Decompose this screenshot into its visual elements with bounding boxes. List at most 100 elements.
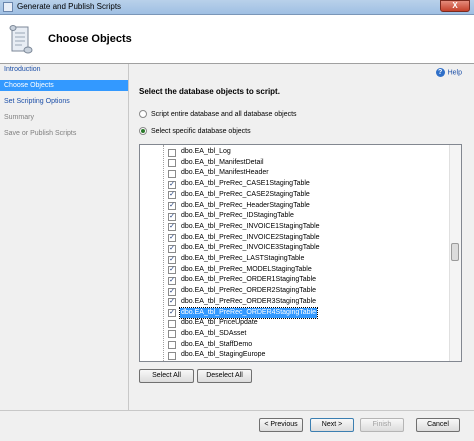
object-checkbox[interactable]: ✓ [168, 191, 176, 200]
object-row[interactable]: ✓ dbo.EA_tbl_PreRec_MODELStagingTable [140, 265, 452, 276]
object-checkbox[interactable] [168, 169, 176, 178]
object-name: dbo.EA_tbl_PreRec_INVOICE3StagingTable [181, 244, 320, 252]
object-name: dbo.EA_tbl_PreRec_CASE1StagingTable [181, 180, 310, 188]
wizard-sidebar: Introduction Choose Objects Set Scriptin… [0, 64, 129, 440]
wizard-content: ? Help Select the database objects to scr… [129, 64, 474, 410]
object-checkbox[interactable]: ✓ [168, 212, 176, 221]
object-row[interactable]: ✓ dbo.EA_tbl_PreRec_ORDER1StagingTable [140, 275, 452, 286]
sidebar-item-choose-objects[interactable]: Choose Objects [0, 80, 128, 91]
object-checkbox[interactable] [168, 148, 176, 157]
object-name: dbo.EA_tbl_ManifestHeader [181, 169, 269, 177]
object-row[interactable]: ✓ dbo.EA_tbl_PreRec_CASE2StagingTable [140, 190, 452, 201]
object-name: dbo.EA_tbl_PriceUpdate [181, 319, 258, 327]
select-all-button[interactable]: Select All [139, 369, 194, 383]
close-button[interactable]: X [440, 0, 470, 12]
object-name: dbo.EA_tbl_PreRec_LASTStagingTable [181, 255, 305, 262]
object-tree-list[interactable]: dbo.EA_tbl_Log dbo.EA_tbl_ManifestDetaild… [139, 144, 462, 362]
help-label: Help [447, 69, 462, 77]
window-title: Generate and Publish Scripts [17, 2, 122, 11]
checkmark-icon: ✓ [169, 266, 175, 274]
object-row[interactable]: dbo.EA_tbl_StaffDemo [140, 340, 452, 351]
object-row[interactable]: ✓ dbo.EA_tbl_PreRec_HeaderStagingTable [140, 201, 452, 212]
checkmark-icon: ✓ [169, 212, 175, 220]
object-checkbox[interactable]: ✓ [168, 255, 176, 264]
checkmark-icon: ✓ [169, 255, 175, 263]
previous-button[interactable]: < Previous [259, 418, 303, 432]
finish-button: Finish [360, 418, 404, 432]
cancel-button[interactable]: Cancel [416, 418, 460, 432]
object-row[interactable]: ✓ dbo.EA_tbl_PreRec_ORDER3StagingTable [140, 297, 452, 308]
scrollbar-thumb[interactable] [451, 243, 459, 261]
sidebar-item-introduction[interactable]: Introduction [0, 64, 128, 75]
next-button[interactable]: Next > [310, 418, 354, 432]
object-checkbox[interactable]: ✓ [168, 266, 176, 275]
object-checkbox[interactable] [168, 330, 176, 339]
object-row[interactable]: ✓ dbo.EA_tbl_PreRec_CASE1StagingTable [140, 179, 452, 190]
object-row[interactable]: ✓ dbo.EA_tbl_PreRec_LASTStagingTable [140, 254, 452, 265]
wizard-header: Choose Objects [0, 15, 474, 64]
object-row[interactable]: dbo.EA_tbl_Log [140, 147, 452, 158]
instruction-text: Select the database objects to script. [139, 87, 280, 96]
radio-script-entire-database[interactable]: Script entire database and all database … [139, 110, 297, 120]
object-name: dbo.EA_tbl_PreRec_ORDER1StagingTable [181, 276, 317, 284]
object-name: dbo.EA_tbl_PreRec_HeaderStagingTable [181, 201, 310, 209]
object-row[interactable]: ✓ dbo.EA_tbl_PreRec_ORDER4StagingTable [140, 306, 452, 320]
sidebar-item-set-scripting-options[interactable]: Set Scripting Options [0, 96, 128, 107]
radio-label-specific: Select specific database objects [151, 128, 251, 135]
object-checkbox[interactable]: ✓ [168, 223, 176, 232]
object-name: dbo.EA_tbl_Log [181, 148, 231, 155]
object-checkbox[interactable] [168, 341, 176, 350]
title-bar: Generate and Publish Scripts X [0, 0, 474, 15]
checkmark-icon: ✓ [169, 202, 175, 209]
wizard-footer: < Previous Next > Finish Cancel [0, 410, 474, 441]
checkmark-icon: ✓ [169, 191, 175, 199]
object-row[interactable]: ✓ dbo.EA_tbl_PreRec_IDStagingTable [140, 211, 452, 222]
object-checkbox[interactable]: ✓ [168, 202, 176, 210]
object-checkbox[interactable]: ✓ [168, 244, 176, 253]
object-name: dbo.EA_tbl_PreRec_ORDER3StagingTable [181, 297, 317, 305]
radio-select-specific-objects[interactable]: Select specific database objects [139, 127, 251, 137]
object-name: dbo.EA_tbl_PreRec_INVOICE2StagingTable [181, 233, 320, 241]
object-row[interactable]: dbo.EA_tbl_ManifestDetail [140, 158, 452, 169]
deselect-all-button[interactable]: Deselect All [197, 369, 252, 383]
sidebar-item-save-or-publish: Save or Publish Scripts [4, 130, 77, 137]
object-checkbox[interactable]: ✓ [168, 287, 176, 296]
object-row[interactable]: dbo.EA_tbl_SDAsset [140, 329, 452, 340]
script-scroll-icon [9, 25, 33, 54]
object-name: dbo.EA_tbl_PreRec_INVOICE1StagingTable [181, 222, 320, 230]
object-row[interactable]: ✓ dbo.EA_tbl_PreRec_INVOICE1StagingTable [140, 222, 452, 233]
object-row[interactable]: ✓ dbo.EA_tbl_PreRec_INVOICE2StagingTable [140, 233, 452, 244]
window-icon [3, 2, 13, 12]
checkmark-icon: ✓ [169, 287, 175, 295]
checkmark-icon: ✓ [169, 298, 175, 306]
object-row[interactable]: ✓ dbo.EA_tbl_PreRec_ORDER2StagingTable [140, 286, 452, 297]
object-row[interactable]: dbo.EA_tbl_StagingEurope [140, 350, 452, 361]
help-link[interactable]: ? Help [435, 68, 462, 77]
object-name: dbo.EA_tbl_StagingEurope [181, 351, 266, 359]
object-name: dbo.EA_tbl_PreRec_IDStagingTable [181, 212, 294, 220]
object-name: dbo.EA_tbl_PreRec_ORDER2StagingTable [181, 287, 317, 295]
object-checkbox[interactable] [168, 319, 176, 328]
object-checkbox[interactable]: ✓ [168, 276, 176, 285]
object-checkbox[interactable] [168, 351, 176, 360]
object-checkbox[interactable]: ✓ [168, 234, 176, 243]
object-checkbox[interactable]: ✓ [168, 180, 176, 189]
help-icon: ? [435, 68, 445, 77]
radio-button-entire[interactable] [139, 110, 147, 119]
object-row[interactable]: ✓ dbo.EA_tbl_PreRec_INVOICE3StagingTable [140, 243, 452, 254]
object-name: dbo.EA_tbl_ManifestDetail [181, 158, 264, 166]
object-checkbox[interactable]: ✓ [168, 309, 176, 317]
object-name: dbo.EA_tbl_PreRec_MODELStagingTable [181, 265, 312, 273]
sidebar-item-summary: Summary [4, 114, 34, 121]
checkmark-icon: ✓ [169, 223, 175, 231]
page-title: Choose Objects [48, 33, 132, 45]
object-checkbox[interactable]: ✓ [168, 298, 176, 307]
radio-button-specific[interactable] [139, 127, 147, 136]
object-row[interactable]: dbo.EA_tbl_PriceUpdate [140, 318, 452, 329]
vertical-scrollbar[interactable] [449, 145, 461, 361]
object-name: dbo.EA_tbl_PreRec_ORDER4StagingTable [178, 306, 319, 320]
object-checkbox[interactable] [168, 159, 176, 168]
radio-label-entire: Script entire database and all database … [151, 111, 297, 118]
object-name: dbo.EA_tbl_PreRec_CASE2StagingTable [181, 190, 310, 198]
object-row[interactable]: dbo.EA_tbl_ManifestHeader [140, 168, 452, 179]
